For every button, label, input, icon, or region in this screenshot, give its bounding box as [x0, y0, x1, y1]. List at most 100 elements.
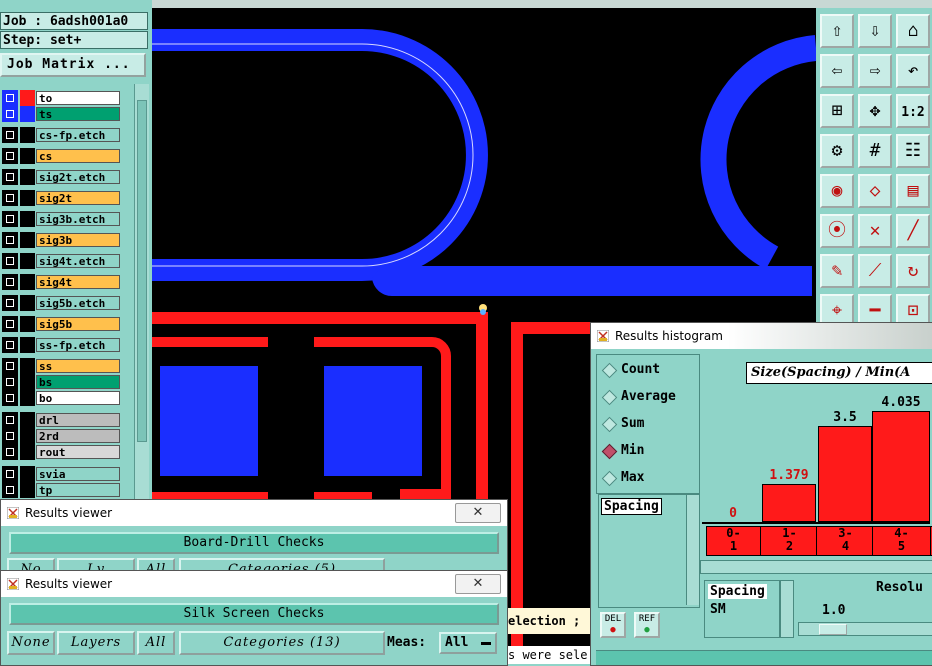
layer-checkbox-icon[interactable] [2, 90, 18, 106]
categories-button[interactable]: Categories (13) [179, 631, 385, 655]
center-icon[interactable]: ✥ [858, 94, 892, 128]
resolution-slider-thumb[interactable] [819, 624, 847, 635]
layer-row-bo[interactable]: bo [2, 390, 120, 406]
grid-icon[interactable]: # [858, 134, 892, 168]
viewer2-titlebar: Results viewer ✕ [1, 571, 507, 597]
board-drill-checks-button[interactable]: Board-Drill Checks [9, 532, 499, 554]
layer-row-cs-fp.etch[interactable]: cs-fp.etch [2, 127, 120, 143]
close-icon[interactable]: ✕ [455, 503, 501, 523]
layer-name: rout [36, 445, 120, 459]
layer-checkbox-icon[interactable] [2, 106, 18, 122]
move-left-icon[interactable]: ⇦ [820, 54, 854, 88]
layer-row-sig4t.etch[interactable]: sig4t.etch [2, 253, 120, 269]
connect-icon[interactable]: ⦿ [820, 214, 854, 248]
layer-checkbox-icon[interactable] [2, 253, 18, 269]
layer-row-rout[interactable]: rout [2, 444, 120, 460]
layer-checkbox-icon[interactable] [2, 232, 18, 248]
layer-list: to ts cs-fp.etch cs sig2t.etch sig2t sig3b.etc… [0, 86, 134, 500]
layer-row-sig4t[interactable]: sig4t [2, 274, 120, 290]
layer-checkbox-icon[interactable] [2, 374, 18, 390]
layer-row-sig3b[interactable]: sig3b [2, 232, 120, 248]
edit-line-icon[interactable]: ⟋ [858, 254, 892, 288]
scale-1-2-icon[interactable]: 1:2 [896, 94, 930, 128]
layer-checkbox-icon[interactable] [2, 482, 18, 498]
ref-button[interactable]: REF ● [634, 612, 660, 638]
snap-icon[interactable]: ◉ [820, 174, 854, 208]
layers-button[interactable]: Layers [57, 631, 135, 655]
layer-scrollbar-thumb[interactable] [137, 100, 147, 442]
del-button[interactable]: DEL ● [600, 612, 626, 638]
layer-checkbox-icon[interactable] [2, 169, 18, 185]
undo-icon[interactable]: ↶ [896, 54, 930, 88]
layer-row-cs[interactable]: cs [2, 148, 120, 164]
layer-checkbox-icon[interactable] [2, 148, 18, 164]
layer-row-2rd[interactable]: 2rd [2, 428, 120, 444]
draw-icon[interactable]: ✎ [820, 254, 854, 288]
move-right-icon[interactable]: ⇨ [858, 54, 892, 88]
layer-row-bs[interactable]: bs [2, 374, 120, 390]
type-list[interactable]: Spacing [598, 494, 700, 608]
layer-row-drl[interactable]: drl [2, 412, 120, 428]
layer-row-tp[interactable]: tp [2, 482, 120, 498]
layer-row-sig5b[interactable]: sig5b [2, 316, 120, 332]
layer-row-svia[interactable]: svia [2, 466, 120, 482]
layer-color-swatch [20, 482, 35, 498]
layer-checkbox-icon[interactable] [2, 337, 18, 353]
fit-icon[interactable]: ⊞ [820, 94, 854, 128]
type-list-item[interactable]: Spacing [601, 498, 662, 515]
bar-value-label: 0 [729, 506, 737, 521]
silk-screen-checks-button[interactable]: Silk Screen Checks [9, 603, 499, 625]
move-up-icon[interactable]: ⇧ [820, 14, 854, 48]
layer-name: bs [36, 375, 120, 389]
bottom-list-scrollbar[interactable] [780, 580, 794, 638]
bottom-list-item-sm[interactable]: SM [710, 602, 726, 617]
layer-checkbox-icon[interactable] [2, 274, 18, 290]
rotate-icon[interactable]: ↻ [896, 254, 930, 288]
meas-select[interactable]: All [439, 632, 497, 654]
layer-checkbox-icon[interactable] [2, 316, 18, 332]
layer-row-sig5b.etch[interactable]: sig5b.etch [2, 295, 120, 311]
all-button[interactable]: All [137, 631, 175, 655]
resolution-label: Resolu [876, 580, 923, 595]
layer-name: drl [36, 413, 120, 427]
select-icon[interactable]: ◇ [858, 174, 892, 208]
layers-icon[interactable]: ☷ [896, 134, 930, 168]
layer-row-ss[interactable]: ss [2, 358, 120, 374]
layer-row-sig2t[interactable]: sig2t [2, 190, 120, 206]
layer-checkbox-icon[interactable] [2, 190, 18, 206]
histogram-hscrollbar[interactable] [700, 560, 932, 574]
layer-row-sig3b.etch[interactable]: sig3b.etch [2, 211, 120, 227]
layer-row-to[interactable]: to [2, 90, 120, 106]
layer-checkbox-icon[interactable] [2, 466, 18, 482]
close-icon[interactable]: ✕ [455, 574, 501, 594]
layer-name: sig3b.etch [36, 212, 120, 226]
line-icon[interactable]: ╱ [896, 214, 930, 248]
none-button[interactable]: None [7, 631, 55, 655]
layer-checkbox-icon[interactable] [2, 127, 18, 143]
layer-checkbox-icon[interactable] [2, 295, 18, 311]
ruler-icon[interactable]: ▤ [896, 174, 930, 208]
measure-icon[interactable]: ⚙ [820, 134, 854, 168]
layer-checkbox-icon[interactable] [2, 390, 18, 406]
layer-checkbox-icon[interactable] [2, 428, 18, 444]
layer-checkbox-icon[interactable] [2, 444, 18, 460]
layer-row-sig2t.etch[interactable]: sig2t.etch [2, 169, 120, 185]
move-down-icon[interactable]: ⇩ [858, 14, 892, 48]
bottom-list-item-spacing[interactable]: Spacing [708, 584, 767, 599]
layer-checkbox-icon[interactable] [2, 211, 18, 227]
bottom-list[interactable]: Spacing SM [704, 580, 780, 638]
canvas-message-2: s were sele [508, 646, 590, 664]
layer-checkbox-icon[interactable] [2, 358, 18, 374]
layer-name: sig2t.etch [36, 170, 120, 184]
cross-icon[interactable]: ✕ [858, 214, 892, 248]
layer-row-ts[interactable]: ts [2, 106, 120, 122]
resolution-slider[interactable] [798, 622, 932, 636]
home-icon[interactable]: ⌂ [896, 14, 930, 48]
layer-row-ss-fp.etch[interactable]: ss-fp.etch [2, 337, 120, 353]
layer-name: svia [36, 467, 120, 481]
job-matrix-button[interactable]: Job Matrix ... [0, 53, 146, 77]
type-list-scrollbar[interactable] [686, 495, 699, 605]
mode-label: Average [621, 389, 676, 404]
layer-checkbox-icon[interactable] [2, 412, 18, 428]
results-viewer-board-drill: Results viewer ✕ Board-Drill Checks No L… [0, 499, 508, 582]
